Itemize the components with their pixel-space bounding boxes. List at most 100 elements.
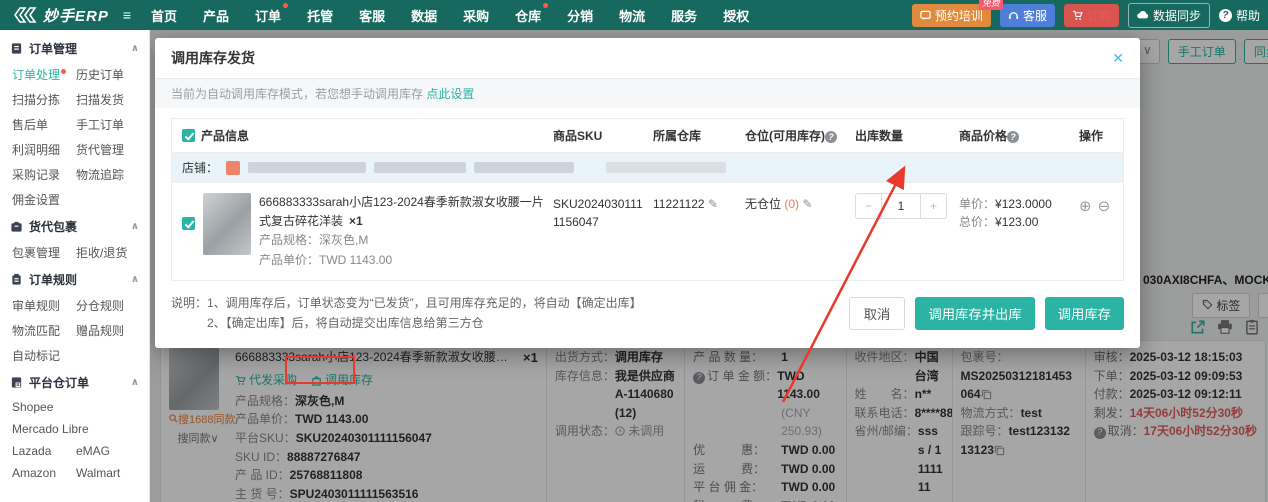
help-button[interactable]: ? 帮助 xyxy=(1219,7,1260,24)
spec-label: 产品规格： xyxy=(259,233,319,247)
cancel-button[interactable]: 取消 xyxy=(849,297,906,330)
sidebar-item-gift-rules[interactable]: 赠品规则 xyxy=(76,322,140,339)
nav-warehouse[interactable]: 仓库 xyxy=(515,6,541,25)
sidebar-item-history-orders[interactable]: 历史订单 xyxy=(76,66,140,83)
col-price: 商品价格? xyxy=(959,127,1079,144)
section-order-management[interactable]: 订单管理 ∧ xyxy=(0,34,149,62)
qty-cell: − 1 + xyxy=(855,193,959,219)
nav-orders[interactable]: 订单 xyxy=(255,6,281,25)
subscribe-button[interactable]: 订购 xyxy=(1064,4,1119,27)
sidebar-item-mercado-libre[interactable]: Mercado Libre xyxy=(12,422,149,436)
quantity-stepper: − 1 + xyxy=(855,193,947,219)
decrease-button[interactable]: − xyxy=(856,194,881,218)
sidebar-item-lazada[interactable]: Lazada xyxy=(12,444,76,458)
topbar-actions: 预约培训 免费 客服 订购 数据同步 ? 帮助 xyxy=(912,3,1260,28)
packages-icon xyxy=(10,220,23,233)
note-line-2: 2、【确定出库】后，将自动提交出库信息给第三方仓 xyxy=(171,313,849,333)
inventory-table: 产品信息 商品SKU 所属仓库 仓位(可用库存)? 出库数量 商品价格? 操作 … xyxy=(171,118,1124,281)
header-checkbox[interactable] xyxy=(182,129,195,142)
sidebar-item-auto-marking[interactable]: 自动标记 xyxy=(12,347,76,364)
settings-link[interactable]: 点此设置 xyxy=(426,87,474,101)
help-label: 帮助 xyxy=(1236,7,1260,24)
nav-purchasing[interactable]: 采购 xyxy=(463,6,489,25)
section-platform-warehouse-orders[interactable]: 平台仓订单 ∧ xyxy=(0,368,149,396)
sidebar-item-forwarder-management[interactable]: 货代管理 xyxy=(76,141,140,158)
close-icon[interactable]: ✕ xyxy=(1112,50,1124,67)
dialog-notes: 说明：1、调用库存后，订单状态变为“已发货”，且可用库存充足的，将自动【确定出库… xyxy=(171,293,849,334)
item-label: 订单处理 xyxy=(12,68,60,82)
nav-data[interactable]: 数据 xyxy=(411,6,437,25)
nav-logistics[interactable]: 物流 xyxy=(619,6,645,25)
headset-icon xyxy=(1008,10,1019,21)
sidebar-item-logistics-matching[interactable]: 物流匹配 xyxy=(12,322,76,339)
free-badge: 免费 xyxy=(979,0,1003,10)
order-rules-icon xyxy=(10,273,23,286)
customer-service-button[interactable]: 客服 xyxy=(1000,4,1055,27)
warehouse-cell: 11221122 ✎ xyxy=(653,193,745,213)
sidebar-item-manual-orders[interactable]: 手工订单 xyxy=(76,116,140,133)
section-forwarder-packages[interactable]: 货代包裹 ∧ xyxy=(0,212,149,240)
redacted-text xyxy=(248,162,366,173)
sidebar-item-amazon[interactable]: Amazon xyxy=(12,466,76,480)
data-sync-button[interactable]: 数据同步 xyxy=(1128,3,1210,28)
call-inventory-and-outbound-button[interactable]: 调用库存并出库 xyxy=(915,297,1034,330)
cn-unit-label: 单价： xyxy=(959,197,995,211)
quantity-value[interactable]: 1 xyxy=(881,194,921,218)
nav-services[interactable]: 服务 xyxy=(671,6,697,25)
call-inventory-dialog: 调用库存发货 ✕ 当前为自动调用库存模式，若您想手动调用库存 点此设置 产品信息… xyxy=(155,38,1140,348)
order-management-icon xyxy=(10,42,23,55)
mode-notice: 当前为自动调用库存模式，若您想手动调用库存 点此设置 xyxy=(155,79,1140,108)
section-order-rules[interactable]: 订单规则 ∧ xyxy=(0,265,149,293)
data-sync-label: 数据同步 xyxy=(1153,7,1201,24)
col-sku: 商品SKU xyxy=(553,127,653,144)
sidebar-item-profit-details[interactable]: 利润明细 xyxy=(12,141,76,158)
redacted-text xyxy=(606,162,726,173)
book-training-button[interactable]: 预约培训 免费 xyxy=(912,4,991,27)
nav-orders-label: 订单 xyxy=(255,9,281,24)
row-checkbox[interactable] xyxy=(182,217,195,230)
sidebar-item-package-management[interactable]: 包裹管理 xyxy=(12,244,76,261)
warehouse-value: 11221122 xyxy=(653,197,705,211)
sidebar-item-scan-shipping[interactable]: 扫描发货 xyxy=(76,91,140,108)
info-icon[interactable]: ? xyxy=(825,131,837,143)
nav-home[interactable]: 首页 xyxy=(151,6,177,25)
sidebar-item-after-sales[interactable]: 售后单 xyxy=(12,116,76,133)
spec-value: 深灰色,M xyxy=(319,233,368,247)
sidebar-item-order-processing[interactable]: 订单处理 xyxy=(12,66,76,83)
sidebar-item-logistics-tracking[interactable]: 物流追踪 xyxy=(76,166,140,183)
nav-customer-service[interactable]: 客服 xyxy=(359,6,385,25)
sidebar-item-rejected-returns[interactable]: 拒收/退货 xyxy=(76,244,140,261)
sidebar-item-commission-settings[interactable]: 佣金设置 xyxy=(12,191,76,208)
nav-products[interactable]: 产品 xyxy=(203,6,229,25)
section-title: 订单规则 xyxy=(29,271,77,288)
menu-toggle-icon[interactable]: ≡ xyxy=(123,7,131,23)
cart-icon xyxy=(1072,10,1083,21)
sidebar-item-shopee[interactable]: Shopee xyxy=(12,400,149,414)
sidebar-item-emag[interactable]: eMAG xyxy=(76,444,140,458)
sidebar-item-scan-sorting[interactable]: 扫描分拣 xyxy=(12,91,76,108)
col-operations: 操作 xyxy=(1079,127,1123,144)
sidebar-item-warehouse-split-rules[interactable]: 分仓规则 xyxy=(76,297,140,314)
nav-hosting[interactable]: 托管 xyxy=(307,6,333,25)
call-inventory-button[interactable]: 调用库存 xyxy=(1045,297,1124,330)
product-title: 666883333sarah小店123-2024春季新款淑女收腰一片式复古碎花洋… xyxy=(259,195,544,228)
add-row-icon[interactable]: ⊕ xyxy=(1079,197,1092,215)
sidebar: 订单管理 ∧ 订单处理 历史订单 扫描分拣扫描发货 售后单手工订单 利润明细货代管… xyxy=(0,30,150,502)
increase-button[interactable]: + xyxy=(921,194,946,218)
section-title: 货代包裹 xyxy=(29,218,77,235)
nav-distribution[interactable]: 分销 xyxy=(567,6,593,25)
sidebar-item-purchase-records[interactable]: 采购记录 xyxy=(12,166,76,183)
shop-platform-icon xyxy=(226,161,240,175)
sidebar-item-review-rules[interactable]: 审单规则 xyxy=(12,297,76,314)
help-icon: ? xyxy=(1219,9,1232,22)
remove-row-icon[interactable]: ⊖ xyxy=(1098,197,1111,215)
price-cell: 单价：¥123.0000 总价：¥123.00 xyxy=(959,193,1079,231)
edit-warehouse-icon[interactable]: ✎ xyxy=(708,197,718,211)
edit-slot-icon[interactable]: ✎ xyxy=(802,197,812,211)
cn-total-value: ¥123.00 xyxy=(995,215,1038,229)
cn-total-label: 总价： xyxy=(959,215,995,229)
sidebar-item-walmart[interactable]: Walmart xyxy=(76,466,140,480)
table-header: 产品信息 商品SKU 所属仓库 仓位(可用库存)? 出库数量 商品价格? 操作 xyxy=(172,119,1123,152)
nav-authorization[interactable]: 授权 xyxy=(723,6,749,25)
info-icon[interactable]: ? xyxy=(1007,131,1019,143)
